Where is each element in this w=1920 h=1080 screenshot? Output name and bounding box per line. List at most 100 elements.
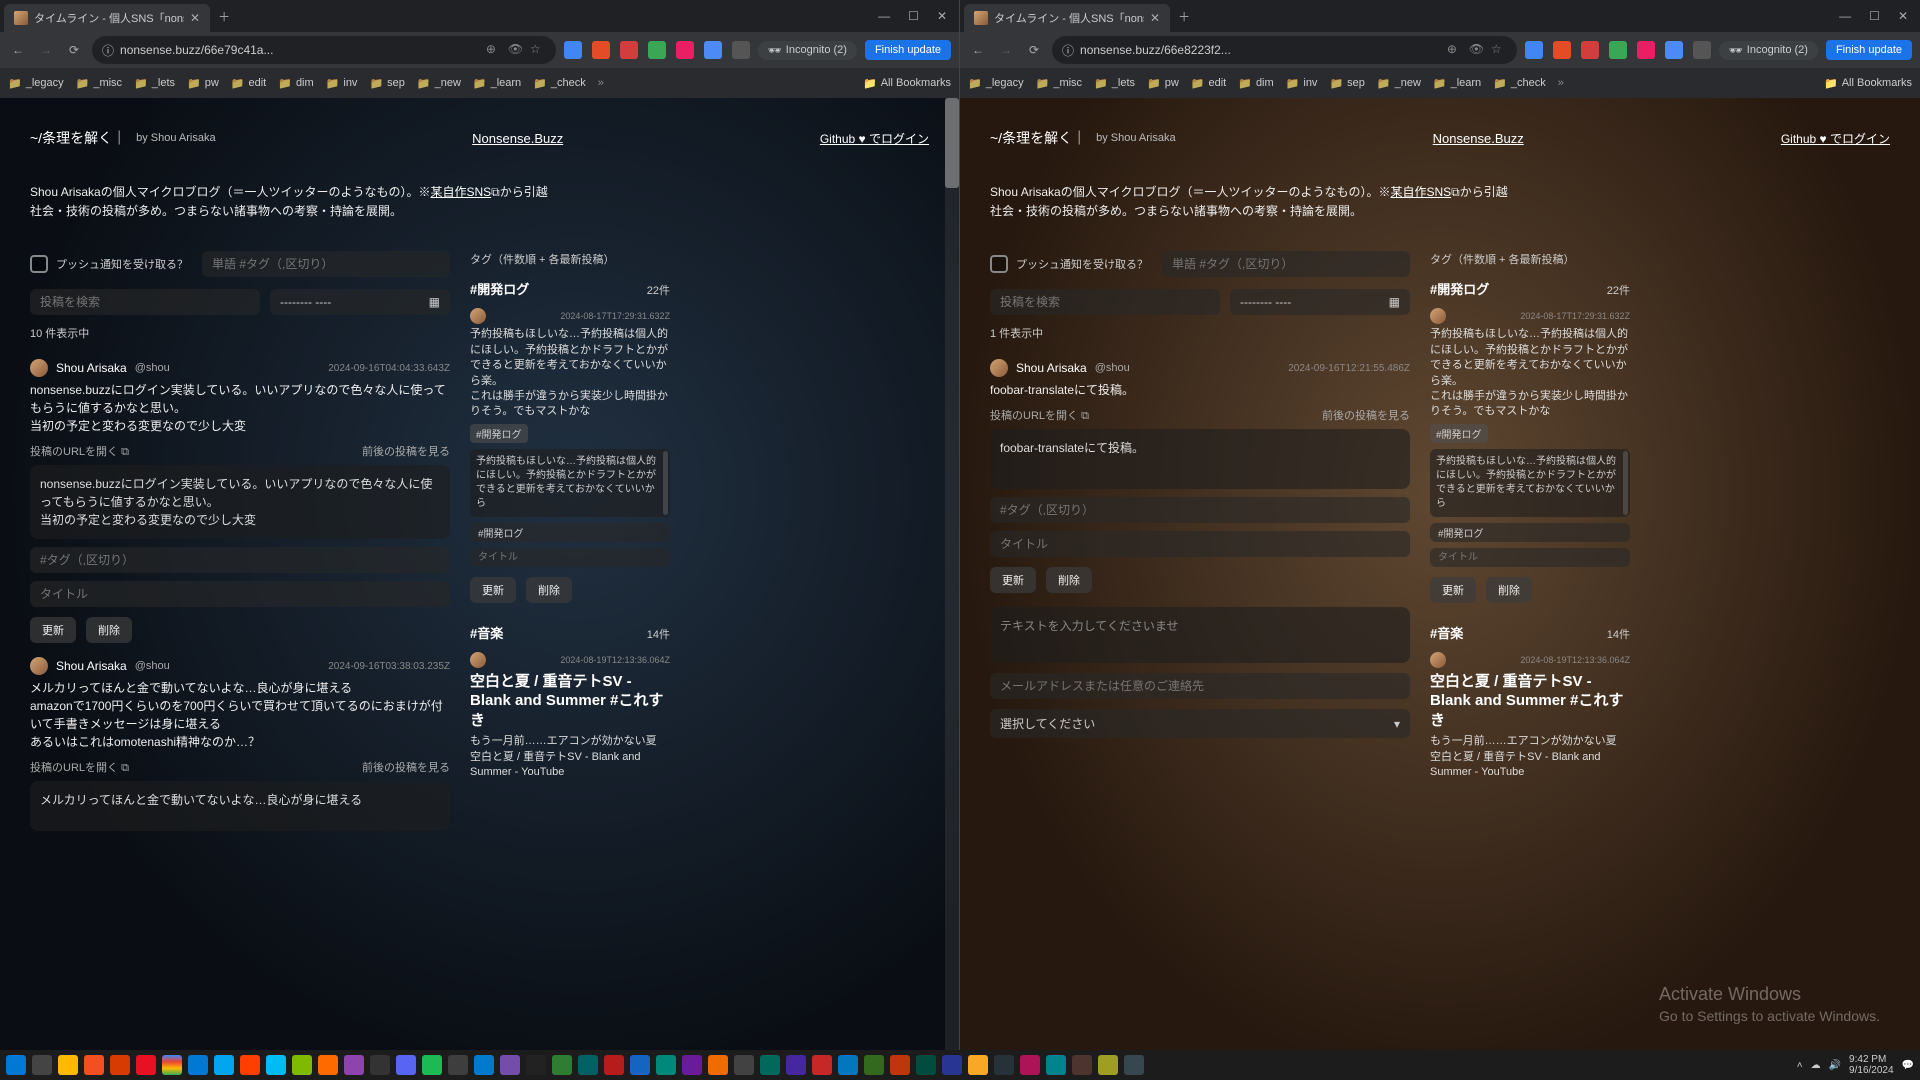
browser-tab[interactable]: タイムライン - 個人SNS「nonsens... ✕: [964, 4, 1170, 32]
post-edit-textarea[interactable]: foobar-translateにて投稿。: [990, 429, 1410, 489]
bookmark-folder[interactable]: _misc: [76, 77, 122, 90]
bookmark-folder[interactable]: sep: [1329, 77, 1364, 90]
bookmark-folder[interactable]: _lets: [134, 77, 175, 90]
close-window-icon[interactable]: ✕: [1898, 9, 1908, 23]
sidebar-edit-textarea[interactable]: 予約投稿もほしいな…予約投稿は個人的にほしい。予約投稿とかドラフトとかができると…: [470, 449, 670, 517]
page-scrollbar[interactable]: [945, 98, 959, 1080]
contact-input[interactable]: [990, 673, 1410, 699]
taskbar-app-icon[interactable]: [812, 1055, 832, 1075]
translate-icon[interactable]: ⊕: [1447, 42, 1463, 58]
bookmark-folder[interactable]: _check: [533, 77, 586, 90]
search-input[interactable]: [30, 289, 260, 315]
taskbar-app-icon[interactable]: [266, 1055, 286, 1075]
notifications-icon[interactable]: 💬: [1902, 1060, 1914, 1071]
spotify-icon[interactable]: [422, 1055, 442, 1075]
discord-icon[interactable]: [396, 1055, 416, 1075]
taskbar-app-icon[interactable]: [84, 1055, 104, 1075]
browser-tab[interactable]: タイムライン - 個人SNS「nonsens... ✕: [4, 4, 210, 32]
vlc-icon[interactable]: [318, 1055, 338, 1075]
taskbar-app-icon[interactable]: [734, 1055, 754, 1075]
update-button[interactable]: 更新: [30, 617, 76, 643]
url-field[interactable]: ⓘ nonsense.buzz/66e79c41a... ⊕ 👁 ☆: [92, 36, 556, 64]
bookmark-folder[interactable]: _legacy: [8, 77, 64, 90]
taskbar-app-icon[interactable]: [370, 1055, 390, 1075]
date-input[interactable]: -------- ----▦: [1230, 289, 1410, 315]
post-tags-input[interactable]: [30, 547, 450, 573]
taskbar-app-icon[interactable]: [864, 1055, 884, 1075]
tray-chevron-icon[interactable]: ˄: [1797, 1060, 1803, 1071]
chevron-right-icon[interactable]: »: [598, 77, 604, 89]
ext-icon[interactable]: [1553, 41, 1571, 59]
new-tab-button[interactable]: ＋: [218, 8, 230, 25]
bookmark-folder[interactable]: edit: [231, 77, 266, 90]
delete-button[interactable]: 削除: [526, 577, 572, 603]
open-post-url-link[interactable]: 投稿のURLを開く: [30, 759, 129, 775]
all-bookmarks-button[interactable]: 📁 All Bookmarks: [863, 77, 951, 90]
update-button[interactable]: 更新: [470, 577, 516, 603]
site-info-icon[interactable]: ⓘ: [1062, 42, 1074, 59]
bookmark-folder[interactable]: dim: [1238, 77, 1273, 90]
taskbar-app-icon[interactable]: [1046, 1055, 1066, 1075]
taskbar-app-icon[interactable]: [1124, 1055, 1144, 1075]
finish-update-button[interactable]: Finish update: [1826, 40, 1912, 60]
taskbar-app-icon[interactable]: [942, 1055, 962, 1075]
bookmark-folder[interactable]: dim: [278, 77, 313, 90]
taskbar-app-icon[interactable]: [344, 1055, 364, 1075]
bookmark-folder[interactable]: pw: [1147, 77, 1179, 90]
close-icon[interactable]: ✕: [1150, 11, 1160, 25]
taskbar-app-icon[interactable]: [682, 1055, 702, 1075]
post-title-input[interactable]: [990, 531, 1410, 557]
ext-icon[interactable]: [732, 41, 750, 59]
taskbar-app-icon[interactable]: [1072, 1055, 1092, 1075]
post-edit-textarea[interactable]: nonsense.buzzにログイン実装している。いいアプリなので色々な人に使っ…: [30, 465, 450, 539]
url-field[interactable]: ⓘ nonsense.buzz/66e8223f2... ⊕ 👁 ☆: [1052, 36, 1517, 64]
intro-link[interactable]: 某自作SNS: [1390, 185, 1451, 199]
open-post-url-link[interactable]: 投稿のURLを開く: [990, 407, 1089, 423]
date-input[interactable]: -------- ----▦: [270, 289, 450, 315]
tray-icon[interactable]: 🔊: [1829, 1060, 1841, 1071]
chevron-right-icon[interactable]: »: [1558, 77, 1564, 89]
delete-button[interactable]: 削除: [1046, 567, 1092, 593]
ext-icon[interactable]: [1693, 41, 1711, 59]
taskbar-app-icon[interactable]: [786, 1055, 806, 1075]
brand-link[interactable]: Nonsense.Buzz: [1433, 131, 1524, 146]
tag-input[interactable]: [202, 251, 450, 277]
intro-link[interactable]: 某自作SNS: [430, 185, 491, 199]
chrome-icon[interactable]: [162, 1055, 182, 1075]
taskbar-app-icon[interactable]: [1098, 1055, 1118, 1075]
bookmark-folder[interactable]: _learn: [473, 77, 521, 90]
translate-icon[interactable]: ⊕: [486, 42, 502, 58]
bookmark-folder[interactable]: pw: [187, 77, 219, 90]
firefox-icon[interactable]: [240, 1055, 260, 1075]
sidebar-tag-name[interactable]: #開発ログ: [470, 279, 529, 298]
all-bookmarks-button[interactable]: 📁 All Bookmarks: [1824, 77, 1912, 90]
sidebar-title-input[interactable]: [470, 548, 670, 567]
taskbar-app-icon[interactable]: [630, 1055, 650, 1075]
taskbar-app-icon[interactable]: [604, 1055, 624, 1075]
terminal-icon[interactable]: [526, 1055, 546, 1075]
prev-next-link[interactable]: 前後の投稿を見る: [1322, 407, 1410, 423]
sidebar-tags-input[interactable]: [1430, 523, 1630, 542]
post-tags-input[interactable]: [990, 497, 1410, 523]
taskbar-app-icon[interactable]: [708, 1055, 728, 1075]
back-icon[interactable]: ←: [8, 40, 28, 60]
edge-icon[interactable]: [188, 1055, 208, 1075]
bookmark-folder[interactable]: edit: [1191, 77, 1226, 90]
sidebar-tag-chip[interactable]: #開発ログ: [1430, 424, 1488, 443]
new-tab-button[interactable]: ＋: [1178, 8, 1190, 25]
taskbar-app-icon[interactable]: [760, 1055, 780, 1075]
ext-icon[interactable]: [1581, 41, 1599, 59]
taskbar-app-icon[interactable]: [578, 1055, 598, 1075]
taskview-icon[interactable]: [32, 1055, 52, 1075]
scrollbar[interactable]: [663, 451, 668, 515]
bookmark-folder[interactable]: _legacy: [968, 77, 1024, 90]
bookmark-folder[interactable]: inv: [326, 77, 358, 90]
close-window-icon[interactable]: ✕: [937, 9, 947, 23]
prev-next-link[interactable]: 前後の投稿を見る: [362, 759, 450, 775]
ext-icon[interactable]: [648, 41, 666, 59]
bookmark-folder[interactable]: _lets: [1094, 77, 1135, 90]
ext-icon[interactable]: [704, 41, 722, 59]
star-icon[interactable]: ☆: [1491, 42, 1507, 58]
update-button[interactable]: 更新: [990, 567, 1036, 593]
start-icon[interactable]: [6, 1055, 26, 1075]
